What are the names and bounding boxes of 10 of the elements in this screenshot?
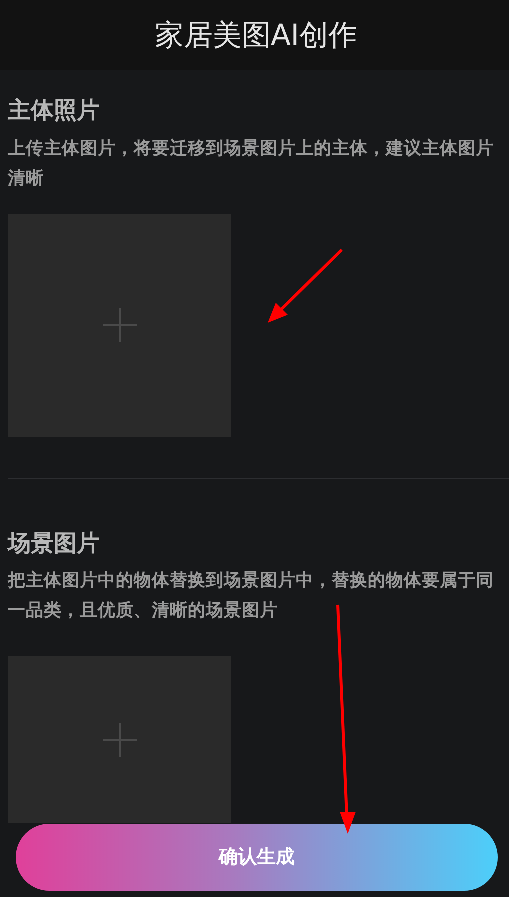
upload-image-button[interactable] bbox=[8, 656, 231, 824]
page-title: 家居美图AI创作 bbox=[155, 20, 358, 50]
upload-image-button[interactable] bbox=[8, 214, 231, 437]
section-description: 上传主体图片，将要迁移到场景图片上的主体，建议主体图片清晰 bbox=[8, 138, 495, 191]
section-description: 把主体图片中的物体替换到场景图片中，替换的物体要属于同一品类，且优质、清晰的场景图片 bbox=[8, 570, 495, 624]
section-title: 场景图片 bbox=[8, 530, 101, 558]
generate-button[interactable]: 确认生成 bbox=[16, 824, 498, 891]
section-title: 主体照片 bbox=[8, 98, 101, 126]
add-icon bbox=[102, 722, 138, 758]
add-icon bbox=[102, 307, 138, 344]
